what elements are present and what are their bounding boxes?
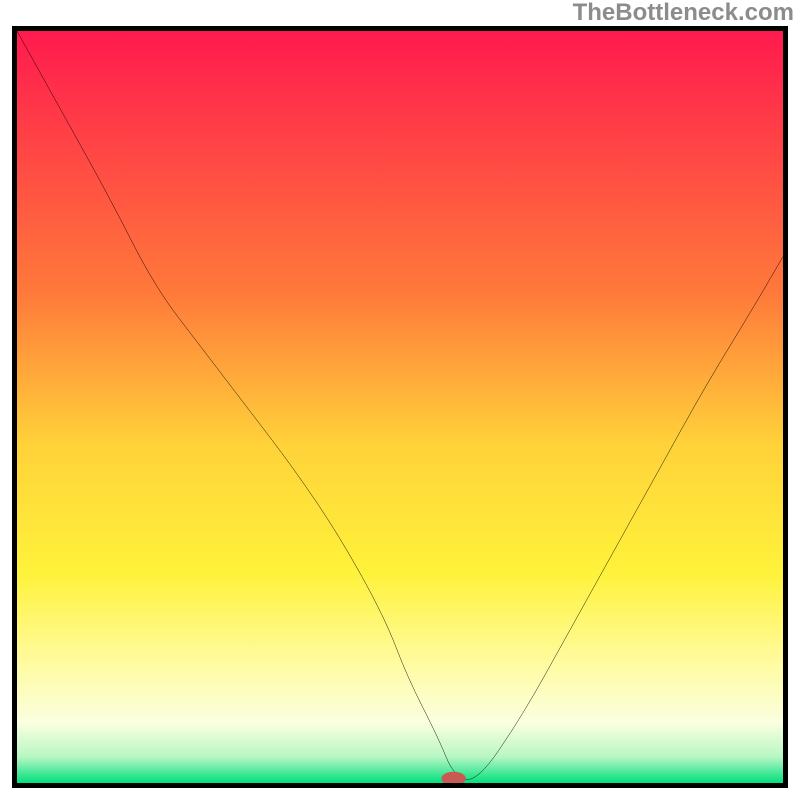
chart-frame (12, 26, 788, 788)
watermark-text: TheBottleneck.com (573, 0, 794, 26)
chart-svg (17, 31, 783, 783)
chart-background (17, 31, 783, 783)
